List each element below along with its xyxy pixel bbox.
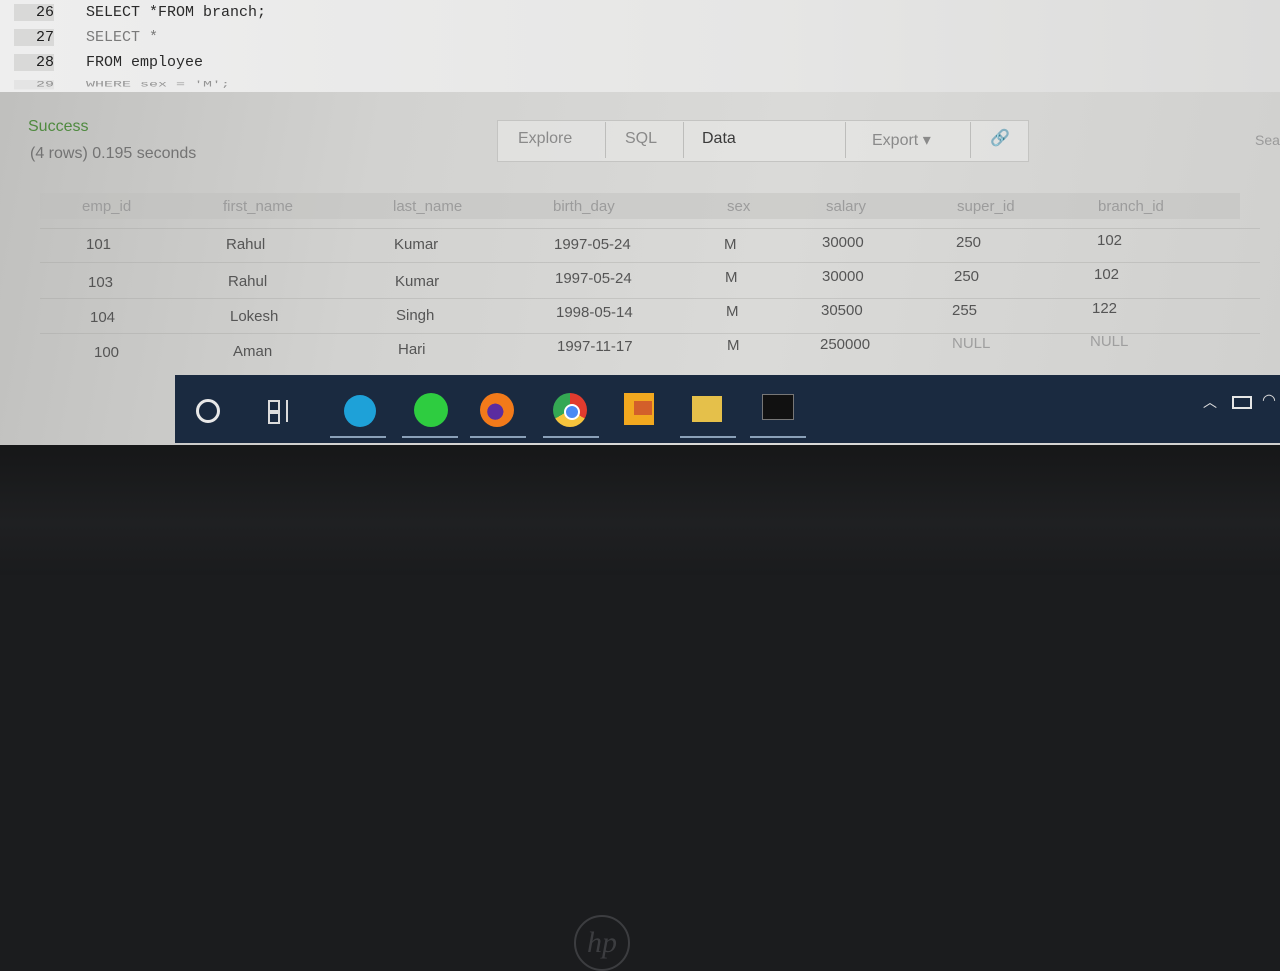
row-divider (40, 228, 1260, 229)
chrome-icon-center (564, 404, 580, 420)
table-cell[interactable]: 255 (952, 302, 977, 319)
laptop-bezel: hp (0, 445, 1280, 971)
column-header[interactable]: super_id (957, 198, 1015, 215)
tab-divider (605, 122, 606, 158)
tab-data[interactable]: Data (702, 130, 736, 148)
code-text: WHERE sex = 'M'; (86, 80, 231, 90)
start-icon[interactable] (196, 399, 220, 423)
code-line: 29 WHERE sex = 'M'; (0, 80, 700, 93)
running-indicator (543, 436, 599, 438)
tab-divider (845, 122, 846, 158)
battery-icon[interactable] (1232, 396, 1252, 409)
running-indicator (470, 436, 526, 438)
skype-icon[interactable] (344, 395, 376, 427)
table-cell[interactable]: 104 (90, 309, 115, 326)
table-cell[interactable]: 250 (956, 234, 981, 251)
column-header[interactable]: salary (826, 198, 866, 215)
table-cell[interactable]: Rahul (228, 273, 267, 290)
slides-icon-detail (634, 401, 652, 415)
screen: 26 SELECT *FROM branch; 27 SELECT * 28 F… (0, 0, 1280, 445)
tab-divider (683, 122, 684, 158)
row-divider (40, 262, 1260, 263)
table-cell[interactable]: M (727, 337, 740, 354)
table-cell[interactable]: M (724, 236, 737, 253)
table-cell[interactable]: 1998-05-14 (556, 304, 633, 321)
table-cell[interactable]: 1997-05-24 (555, 270, 632, 287)
table-header (40, 193, 1240, 219)
export-button[interactable]: Export ▾ (872, 130, 931, 150)
table-cell[interactable]: 100 (94, 344, 119, 361)
search-input[interactable]: Sea (1255, 132, 1280, 148)
link-icon[interactable]: 🔗 (990, 128, 1010, 148)
table-cell[interactable]: 30500 (821, 302, 863, 319)
table-cell[interactable]: 1997-11-17 (557, 338, 633, 355)
tab-sql[interactable]: SQL (625, 130, 657, 148)
running-indicator (680, 436, 736, 438)
table-cell[interactable]: Kumar (395, 273, 439, 290)
line-number: 26 (14, 4, 54, 21)
row-divider (40, 298, 1260, 299)
hp-logo: hp (574, 915, 630, 971)
running-indicator (330, 436, 386, 438)
code-line: 26 SELECT *FROM branch; (0, 4, 700, 28)
code-text: SELECT *FROM branch; (86, 4, 267, 21)
chevron-up-icon[interactable]: ︿ (1203, 392, 1217, 412)
table-cell[interactable]: 30000 (822, 234, 864, 251)
table-cell[interactable]: Aman (233, 343, 272, 360)
table-cell[interactable]: Singh (396, 307, 434, 324)
line-number: 27 (14, 29, 54, 46)
running-indicator (402, 436, 458, 438)
table-cell[interactable]: 1997-05-24 (554, 236, 631, 253)
table-cell[interactable]: Rahul (226, 236, 265, 253)
code-text: FROM employee (86, 54, 204, 71)
sql-editor[interactable]: 26 SELECT *FROM branch; 27 SELECT * 28 F… (0, 0, 1280, 92)
table-cell[interactable]: 250 (954, 268, 979, 285)
column-header[interactable]: emp_id (82, 198, 131, 215)
column-header[interactable]: birth_day (553, 198, 615, 215)
table-cell[interactable]: 103 (88, 274, 113, 291)
code-line: 27 SELECT * (0, 29, 700, 53)
wifi-icon[interactable]: ◠ (1262, 390, 1276, 410)
table-cell[interactable]: Kumar (394, 236, 438, 253)
line-number: 29 (14, 80, 54, 90)
table-cell[interactable]: 102 (1097, 232, 1122, 249)
file-explorer-icon[interactable] (692, 396, 722, 422)
tab-explore[interactable]: Explore (518, 130, 572, 148)
table-cell[interactable]: Hari (398, 341, 426, 358)
table-cell[interactable]: Lokesh (230, 308, 278, 325)
taskbar (175, 375, 1280, 443)
code-line: 28 FROM employee (0, 54, 700, 78)
column-header[interactable]: first_name (223, 198, 293, 215)
code-text: SELECT * (86, 29, 159, 46)
column-header[interactable]: branch_id (1098, 198, 1164, 215)
terminal-icon[interactable] (762, 394, 794, 420)
table-cell[interactable]: NULL (952, 335, 990, 352)
row-divider (40, 333, 1260, 334)
table-cell[interactable]: 30000 (822, 268, 864, 285)
column-header[interactable]: sex (727, 198, 750, 215)
table-cell[interactable]: M (726, 303, 739, 320)
result-toolbar (497, 120, 1029, 162)
table-cell[interactable]: 102 (1094, 266, 1119, 283)
tab-divider (970, 122, 971, 158)
table-cell[interactable]: NULL (1090, 333, 1128, 350)
line-number: 28 (14, 54, 54, 71)
status-success: Success (28, 118, 89, 135)
task-view-icon[interactable] (268, 400, 298, 430)
table-cell[interactable]: 101 (86, 236, 111, 253)
running-indicator (750, 436, 806, 438)
table-cell[interactable]: 250000 (820, 336, 870, 353)
table-cell[interactable]: 122 (1092, 300, 1117, 317)
firefox-icon[interactable] (480, 393, 514, 427)
table-cell[interactable]: M (725, 269, 738, 286)
whatsapp-icon[interactable] (414, 393, 448, 427)
column-header[interactable]: last_name (393, 198, 462, 215)
query-meta: (4 rows) 0.195 seconds (30, 145, 197, 162)
